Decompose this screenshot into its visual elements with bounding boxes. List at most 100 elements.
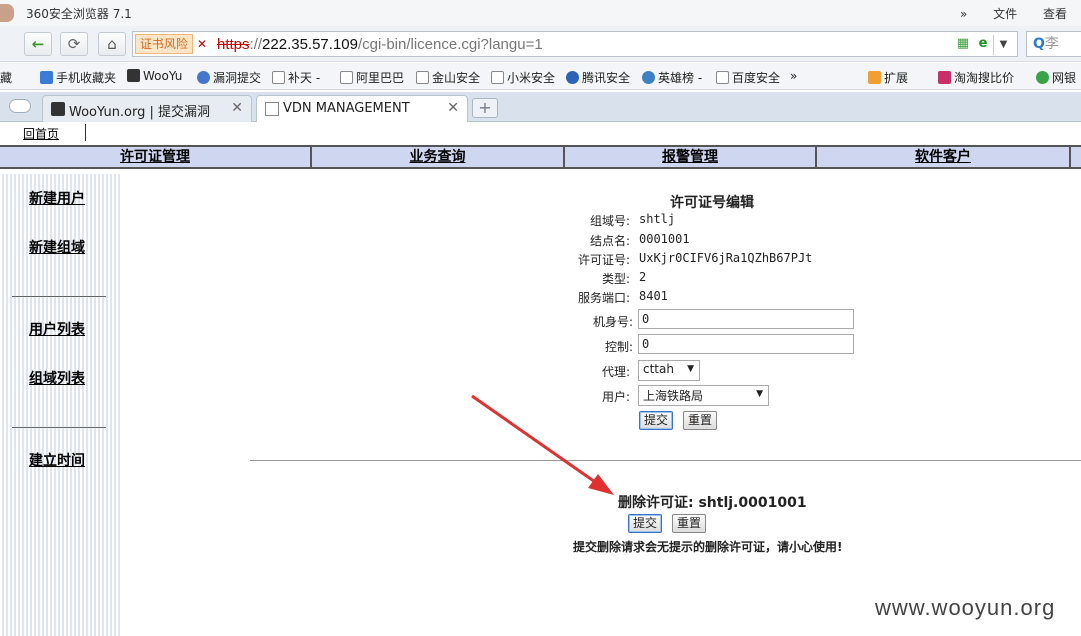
url-text[interactable]: https://222.35.57.109/cgi-bin/licence.cg… [217, 36, 543, 53]
phone-icon [40, 71, 53, 84]
new-tab-button[interactable]: + [472, 98, 498, 118]
close-icon[interactable]: ✕ [447, 100, 459, 116]
cloud-icon[interactable] [10, 100, 30, 112]
grid-icon [868, 71, 881, 84]
home-button[interactable]: ⌂ [98, 32, 126, 56]
refresh-button[interactable]: ⟳ [60, 32, 88, 56]
bookmark-label: 漏洞提交 [213, 71, 262, 85]
bookmark-tencent[interactable]: 腾讯安全 [566, 69, 630, 86]
qr-code-icon[interactable]: ▦ [953, 34, 973, 54]
bookmark-wooyun[interactable]: WooYu [127, 69, 182, 83]
page-favicon-icon [265, 102, 279, 116]
agent-select[interactable]: cttah ▼ [638, 360, 700, 381]
field-label-port: 服务端口: [577, 291, 630, 305]
browser-title-bar: 360安全浏览器 7.1 » 文件 查看 [0, 0, 1081, 26]
bookmark-label: 小米安全 [507, 71, 556, 85]
annotation-arrow-icon [460, 507, 630, 627]
bookmark-label: 淘淘搜比价 [954, 71, 1015, 85]
watermark: www.wooyun.org [875, 595, 1056, 620]
browser-logo-icon [0, 4, 14, 22]
divider [250, 460, 1081, 461]
menu-license-management[interactable]: 许可证管理 [0, 147, 312, 167]
broken-lock-icon[interactable]: ✕ [197, 36, 211, 52]
cert-risk-badge[interactable]: 证书风险 [135, 34, 194, 54]
field-value-license: UxKjr0CIFV6jRa1QZhB67PJt [639, 251, 813, 265]
menu-alarm-management[interactable]: 报警管理 [565, 147, 817, 167]
shield-icon [642, 71, 655, 84]
control-input[interactable]: 0 [638, 334, 854, 354]
menu-file[interactable]: 文件 [993, 7, 1017, 21]
menu-software-client[interactable]: 软件客户 [817, 147, 1071, 167]
delete-reset-button[interactable]: 重置 [672, 514, 706, 533]
bookmark-ebank[interactable]: 网银 [1036, 69, 1076, 86]
sidebar-item-domain-list[interactable]: 组域列表 [29, 368, 85, 388]
back-arrow-icon: ← [31, 35, 45, 53]
bookmark-label: 腾讯安全 [582, 71, 631, 85]
field-label-domain: 组域号: [589, 214, 630, 228]
field-label-type: 类型: [601, 272, 630, 286]
field-label-machine: 机身号: [592, 315, 633, 329]
back-button[interactable]: ← [24, 32, 52, 56]
search-input[interactable]: Q李 [1026, 31, 1081, 57]
chevron-down-icon[interactable]: ▼ [993, 35, 1013, 55]
double-chevron-icon[interactable]: » [960, 7, 967, 21]
menu-business-query[interactable]: 业务查询 [312, 147, 565, 167]
url-host: 222.35.57.109 [262, 36, 358, 53]
machine-id-input[interactable]: 0 [638, 309, 854, 329]
bookmark-baidu[interactable]: 百度安全 [716, 69, 780, 86]
bookmark-label: 手机收藏夹 [56, 71, 117, 85]
address-bar-tools: ▦ e ▼ [953, 34, 1013, 55]
field-label-agent: 代理: [601, 365, 630, 379]
yuan-icon [1036, 71, 1049, 84]
bookmark-kingsoft[interactable]: 金山安全 [416, 69, 480, 86]
sidebar-item-user-list[interactable]: 用户列表 [29, 319, 85, 339]
navigation-bar: ← ⟳ ⌂ 证书风险 ✕ https://222.35.57.109/cgi-b… [0, 26, 1081, 62]
tab-wooyun[interactable]: WooYun.org | 提交漏洞 ✕ [42, 95, 252, 122]
submit-button[interactable]: 提交 [639, 411, 673, 430]
reset-button[interactable]: 重置 [683, 411, 717, 430]
bookmark-butian[interactable]: 补天 - [272, 69, 320, 86]
bookmark-favorites[interactable]: 藏 [0, 69, 12, 86]
sidebar-item-new-user[interactable]: 新建用户 [29, 188, 85, 208]
page-icon [340, 71, 353, 84]
bookmark-label: 阿里巴巴 [356, 71, 405, 85]
tab-label: WooYun.org | 提交漏洞 [69, 105, 211, 120]
ie-mode-icon[interactable]: e [973, 34, 993, 54]
bookmarks-bar: 藏 手机收藏夹 WooYu 漏洞提交 补天 - 阿里巴巴 金山安全 小米安全 腾… [0, 63, 1081, 90]
bookmark-heroes[interactable]: 英雄榜 - [642, 69, 702, 86]
form-title: 许可证号编辑 [670, 195, 754, 211]
delete-submit-button[interactable]: 提交 [628, 514, 662, 533]
user-select[interactable]: 上海铁路局 ▼ [638, 385, 769, 406]
home-link[interactable]: 回首页 [23, 125, 59, 142]
bookmark-alibaba[interactable]: 阿里巴巴 [340, 69, 404, 86]
url-scheme: https [217, 36, 250, 53]
chevron-down-icon: ▼ [756, 389, 763, 399]
address-bar[interactable]: 证书风险 ✕ https://222.35.57.109/cgi-bin/lic… [132, 31, 1018, 57]
tab-label: VDN MANAGEMENT [283, 101, 410, 116]
bookmark-mobile[interactable]: 手机收藏夹 [40, 69, 116, 86]
search-icon: Q [1033, 36, 1045, 52]
bookmark-taotaosou[interactable]: 淘淘搜比价 [938, 69, 1014, 86]
browser-title: 360安全浏览器 7.1 [26, 7, 132, 21]
sidebar-item-create-time[interactable]: 建立时间 [29, 450, 85, 470]
field-label-node: 结点名: [589, 234, 630, 248]
browser-menu: » 文件 查看 [938, 5, 1067, 22]
refresh-icon: ⟳ [67, 35, 81, 53]
close-icon[interactable]: ✕ [231, 100, 243, 116]
home-bar: 回首页 [0, 122, 1081, 143]
field-value-type: 2 [639, 270, 647, 284]
bookmark-vuln-submit[interactable]: 漏洞提交 [197, 69, 261, 86]
bookmark-extensions[interactable]: 扩展 [868, 69, 908, 86]
tab-vdn-management[interactable]: VDN MANAGEMENT ✕ [256, 95, 468, 123]
page-content: 回首页 许可证管理 业务查询 报警管理 软件客户 新建用户 新建组域 用户列表 … [0, 122, 1081, 636]
divider [12, 427, 106, 428]
delete-license-title: 删除许可证: shtlj.0001001 [618, 495, 807, 511]
sidebar: 新建用户 新建组域 用户列表 组域列表 建立时间 [0, 174, 122, 636]
wooyun-icon [127, 69, 140, 82]
home-icon: ⌂ [107, 35, 117, 53]
bookmark-label: 百度安全 [732, 71, 781, 85]
bookmark-xiaomi[interactable]: 小米安全 [491, 69, 555, 86]
sidebar-item-new-domain[interactable]: 新建组域 [29, 237, 85, 257]
menu-view[interactable]: 查看 [1043, 7, 1067, 21]
bookmarks-more[interactable]: » [790, 69, 797, 83]
